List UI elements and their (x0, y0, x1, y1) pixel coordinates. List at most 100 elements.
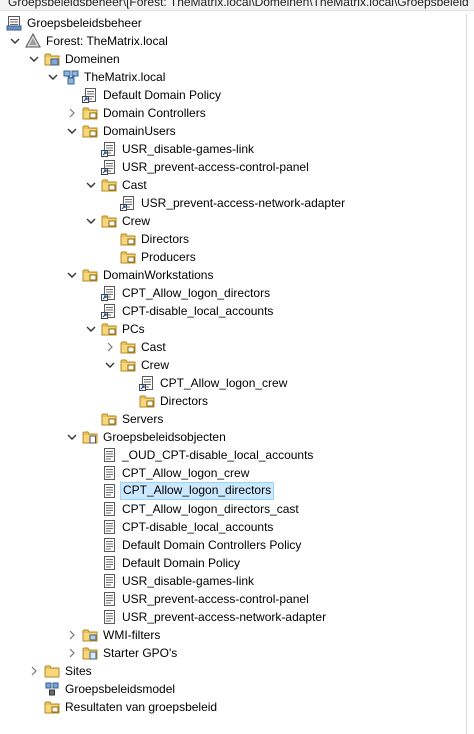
console-tree[interactable]: Groepsbeleidsbeheer Forest: TheMatrix.loc… (0, 14, 467, 734)
tree-node-label: PCs (122, 322, 145, 336)
collapse-chevron-icon[interactable] (85, 176, 97, 194)
collapse-chevron-icon[interactable] (85, 320, 97, 338)
tree-node-label: CPT_Allow_logon_directors (122, 286, 271, 300)
gpo-link-icon (101, 159, 117, 175)
tree-node[interactable]: Starter GPO's (0, 644, 466, 662)
tree-node[interactable]: USR_disable-games-link (0, 140, 466, 158)
tree-node[interactable]: USR_prevent-access-network-adapter (0, 194, 466, 212)
tree-node[interactable]: CPT-disable_local_accounts (0, 302, 466, 320)
ou-folder-icon (82, 267, 98, 283)
collapse-chevron-icon[interactable] (66, 122, 78, 140)
gpmc-icon (6, 15, 22, 31)
tree-node[interactable]: Domeinen (0, 50, 466, 68)
tree-node-label: Directors (141, 232, 190, 246)
tree-node[interactable]: CPT_Allow_logon_directors (0, 284, 466, 302)
tree-node[interactable]: DomainUsers (0, 122, 466, 140)
tree-node[interactable]: CPT_Allow_logon_directors_cast (0, 500, 466, 518)
domain-icon (63, 69, 79, 85)
tree-node[interactable]: CPT_Allow_logon_directors (0, 482, 466, 500)
tree-node[interactable]: WMI-filters (0, 626, 466, 644)
ou-folder-icon (82, 123, 98, 139)
tree-node[interactable]: USR_prevent-access-network-adapter (0, 608, 466, 626)
tree-node[interactable]: Crew (0, 356, 466, 374)
expand-chevron-icon[interactable] (66, 104, 78, 122)
tree-node-label: _OUD_CPT-disable_local_accounts (122, 448, 314, 462)
tree-node-label: Default Domain Policy (103, 88, 222, 102)
tree-node[interactable]: CPT_Allow_logon_crew (0, 464, 466, 482)
tree-node[interactable]: CPT_Allow_logon_crew (0, 374, 466, 392)
tree-node-label: USR_prevent-access-network-adapter (141, 196, 346, 210)
sites-folder-icon (44, 663, 60, 679)
collapse-chevron-icon[interactable] (85, 212, 97, 230)
tree-node[interactable]: Domain Controllers (0, 104, 466, 122)
tree-node[interactable]: CPT-disable_local_accounts (0, 518, 466, 536)
gpo-icon (101, 465, 117, 481)
tree-node-label: Crew (141, 358, 170, 372)
tree-node[interactable]: Directors (0, 230, 466, 248)
tree-node[interactable]: USR_disable-games-link (0, 572, 466, 590)
collapse-chevron-icon[interactable] (66, 266, 78, 284)
tree-node-label: Domeinen (65, 52, 120, 66)
tree-node-label: Sites (65, 664, 92, 678)
tree-node[interactable]: Directors (0, 392, 466, 410)
expand-chevron-icon[interactable] (66, 644, 78, 662)
gpo-link-icon (101, 141, 117, 157)
tree-node[interactable]: Groepsbeleidsobjecten (0, 428, 466, 446)
tree-node[interactable]: PCs (0, 320, 466, 338)
tree-node[interactable]: Resultaten van groepsbeleid (0, 698, 466, 716)
collapse-chevron-icon[interactable] (28, 50, 40, 68)
collapse-chevron-icon[interactable] (47, 68, 59, 86)
tree-node[interactable]: Default Domain Controllers Policy (0, 536, 466, 554)
tree-node[interactable]: _OUD_CPT-disable_local_accounts (0, 446, 466, 464)
tree-node[interactable]: Sites (0, 662, 466, 680)
expand-chevron-icon[interactable] (104, 338, 116, 356)
tree-node-label: Resultaten van groepsbeleid (65, 700, 218, 714)
tree-node-label: Forest: TheMatrix.local (46, 34, 168, 48)
tree-node-label: CPT_Allow_logon_directors (120, 482, 275, 500)
gpo-link-icon (120, 195, 136, 211)
tree-node[interactable]: USR_prevent-access-control-panel (0, 590, 466, 608)
tree-node[interactable]: Default Domain Policy (0, 554, 466, 572)
tree-node-label: WMI-filters (103, 628, 161, 642)
gpo-link-icon (101, 285, 117, 301)
tree-node-label: CPT_Allow_logon_crew (160, 376, 288, 390)
tree-node-label: CPT-disable_local_accounts (122, 304, 274, 318)
tree-node[interactable]: USR_prevent-access-control-panel (0, 158, 466, 176)
tree-node-label: USR_disable-games-link (122, 142, 255, 156)
tree-node[interactable]: Crew (0, 212, 466, 230)
tree-node-label: USR_prevent-access-control-panel (122, 160, 309, 174)
tree-node[interactable]: Forest: TheMatrix.local (0, 32, 466, 50)
tree-node[interactable]: Groepsbeleidsmodel (0, 680, 466, 698)
ou-folder-icon (120, 339, 136, 355)
tree-node-label: CPT_Allow_logon_crew (122, 466, 250, 480)
collapse-chevron-icon[interactable] (9, 32, 21, 50)
tree-node-label: DomainWorkstations (103, 268, 214, 282)
tree-node[interactable]: Servers (0, 410, 466, 428)
ou-folder-icon (120, 231, 136, 247)
starter-gpo-folder-icon (82, 645, 98, 661)
tree-node-label: Groepsbeleidsobjecten (103, 430, 226, 444)
collapse-chevron-icon[interactable] (66, 428, 78, 446)
ou-folder-icon (101, 177, 117, 193)
ou-folder-icon (101, 321, 117, 337)
collapse-chevron-icon[interactable] (104, 356, 116, 374)
gpo-icon (101, 573, 117, 589)
gpo-icon (101, 519, 117, 535)
tree-node[interactable]: DomainWorkstations (0, 266, 466, 284)
window-titlebar: Groepsbeleidsbeheer\[Forest: TheMatrix.l… (0, 0, 474, 11)
expand-chevron-icon[interactable] (28, 662, 40, 680)
tree-node[interactable]: Cast (0, 176, 466, 194)
wmi-folder-icon (82, 627, 98, 643)
gpo-icon (101, 555, 117, 571)
tree-node[interactable]: Cast (0, 338, 466, 356)
tree-node[interactable]: Producers (0, 248, 466, 266)
ou-folder-icon (101, 411, 117, 427)
tree-node-label: TheMatrix.local (84, 70, 166, 84)
gpo-icon (101, 483, 117, 499)
tree-node[interactable]: Groepsbeleidsbeheer (0, 14, 466, 32)
tree-node[interactable]: Default Domain Policy (0, 86, 466, 104)
tree-node-label: Crew (122, 214, 151, 228)
tree-node-label: USR_prevent-access-network-adapter (122, 610, 327, 624)
tree-node[interactable]: TheMatrix.local (0, 68, 466, 86)
expand-chevron-icon[interactable] (66, 626, 78, 644)
